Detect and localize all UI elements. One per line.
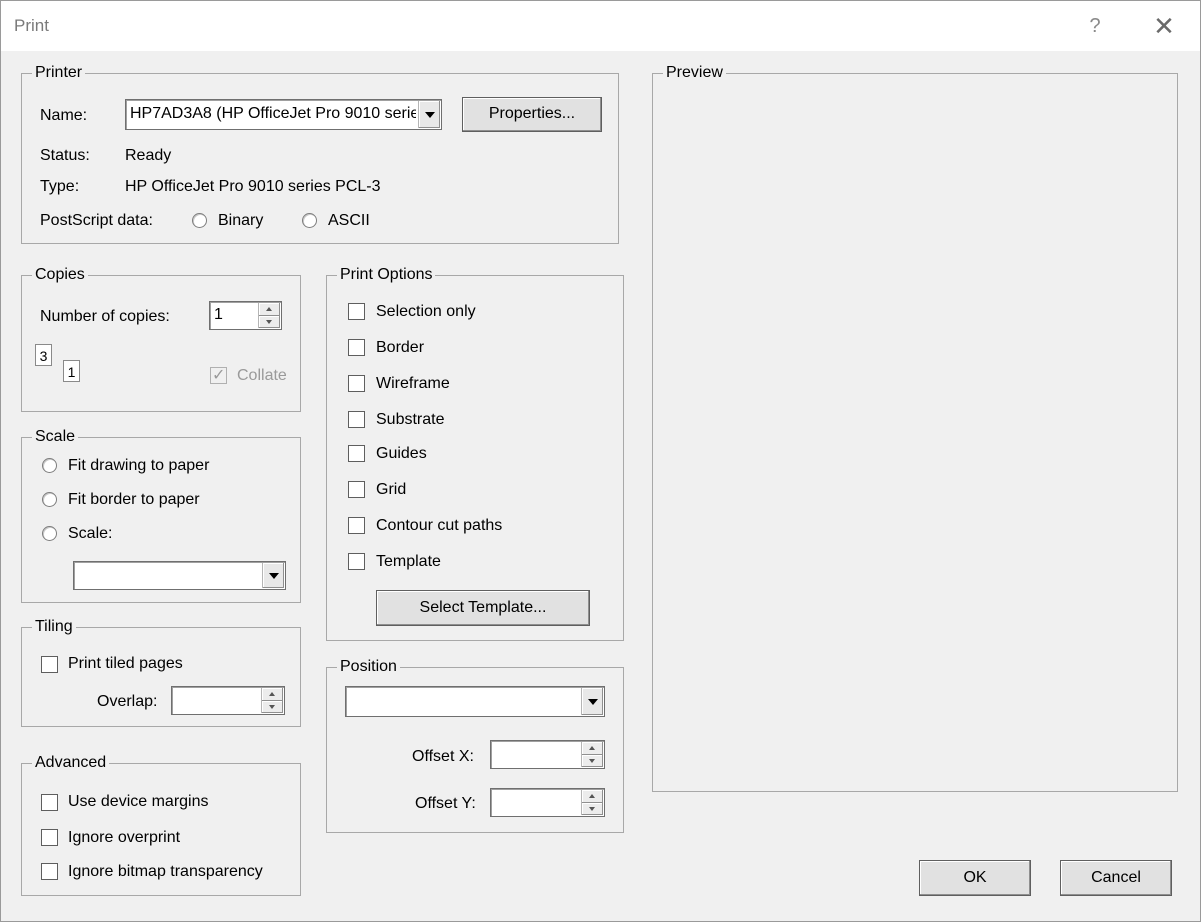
chevron-down-icon[interactable] xyxy=(418,101,440,128)
binary-radio[interactable] xyxy=(192,213,207,228)
status-label: Status: xyxy=(40,147,90,164)
ignore-overprint-label: Ignore overprint xyxy=(68,829,181,846)
tiling-group: Tiling Print tiled pages Overlap: xyxy=(21,617,301,727)
properties-button[interactable]: Properties... xyxy=(462,97,602,132)
copies-group: Copies Number of copies: 1 3 1 Collate xyxy=(21,265,301,412)
contour-cut-paths-checkbox[interactable] xyxy=(348,517,365,534)
spin-up-icon[interactable] xyxy=(582,790,603,803)
printer-legend: Printer xyxy=(32,63,86,83)
template-checkbox[interactable] xyxy=(348,553,365,570)
border-label: Border xyxy=(376,339,425,356)
selection-only-label: Selection only xyxy=(376,303,476,320)
collate-label: Collate xyxy=(237,367,287,384)
position-legend: Position xyxy=(337,657,400,677)
spin-down-icon[interactable] xyxy=(262,701,283,714)
guides-checkbox[interactable] xyxy=(348,445,365,462)
scale-legend: Scale xyxy=(32,427,79,447)
fit-border-label: Fit border to paper xyxy=(68,491,200,508)
contour-cut-paths-label: Contour cut paths xyxy=(376,517,503,534)
offset-y-stepper[interactable] xyxy=(490,788,605,817)
scale-combo[interactable] xyxy=(73,561,286,590)
ignore-bitmap-transparency-checkbox[interactable] xyxy=(41,863,58,880)
grid-checkbox[interactable] xyxy=(348,481,365,498)
border-checkbox[interactable] xyxy=(348,339,365,356)
preview-pane: Preview xyxy=(652,63,1178,792)
template-label: Template xyxy=(376,553,441,570)
scale-group: Scale Fit drawing to paper Fit border to… xyxy=(21,427,301,603)
number-of-copies-label: Number of copies: xyxy=(40,308,170,325)
advanced-legend: Advanced xyxy=(32,753,110,773)
printer-name-combo[interactable]: HP7AD3A8 (HP OfficeJet Pro 9010 series xyxy=(125,99,442,130)
tiling-legend: Tiling xyxy=(32,617,76,637)
collate-checkbox[interactable] xyxy=(210,365,227,385)
offset-y-label: Offset Y: xyxy=(415,795,476,812)
preview-legend: Preview xyxy=(663,63,726,83)
offset-x-spin-buttons[interactable] xyxy=(581,742,603,767)
binary-label: Binary xyxy=(218,212,264,229)
ignore-bitmap-transparency-label: Ignore bitmap transparency xyxy=(68,863,263,880)
select-template-button[interactable]: Select Template... xyxy=(376,590,590,626)
cancel-button[interactable]: Cancel xyxy=(1060,860,1172,896)
print-options-legend: Print Options xyxy=(337,265,436,285)
wireframe-label: Wireframe xyxy=(376,375,450,392)
fit-drawing-radio[interactable] xyxy=(42,458,57,473)
position-combo[interactable] xyxy=(345,686,605,717)
substrate-checkbox[interactable] xyxy=(348,411,365,428)
scale-label: Scale: xyxy=(68,525,113,542)
type-value: HP OfficeJet Pro 9010 series PCL-3 xyxy=(125,178,381,195)
overlap-label: Overlap: xyxy=(97,693,158,710)
help-icon[interactable]: ? xyxy=(1077,8,1113,44)
use-device-margins-label: Use device margins xyxy=(68,793,209,810)
close-icon[interactable]: ✕ xyxy=(1144,8,1184,44)
selection-only-checkbox[interactable] xyxy=(348,303,365,320)
window-title: Print xyxy=(14,16,49,35)
ignore-overprint-checkbox[interactable] xyxy=(41,829,58,846)
ok-button[interactable]: OK xyxy=(919,860,1031,896)
spin-up-icon[interactable] xyxy=(582,742,603,755)
status-value: Ready xyxy=(125,147,172,164)
wireframe-checkbox[interactable] xyxy=(348,375,365,392)
offset-y-spin-buttons[interactable] xyxy=(581,790,603,815)
spin-up-icon[interactable] xyxy=(259,303,280,316)
spin-up-icon[interactable] xyxy=(262,688,283,701)
postscript-label: PostScript data: xyxy=(40,212,153,229)
spin-down-icon[interactable] xyxy=(582,803,603,816)
title-bar: Print ? ✕ xyxy=(1,1,1200,51)
collate-page-back: 3 xyxy=(35,344,52,366)
ascii-label: ASCII xyxy=(328,212,370,229)
copies-spin-buttons[interactable] xyxy=(258,303,280,328)
offset-x-stepper[interactable] xyxy=(490,740,605,769)
overlap-stepper[interactable] xyxy=(171,686,285,715)
printer-name-label: Name: xyxy=(40,107,88,124)
scale-radio[interactable] xyxy=(42,526,57,541)
chevron-down-icon[interactable] xyxy=(581,688,603,715)
collate-page-front: 1 xyxy=(63,360,80,382)
substrate-label: Substrate xyxy=(376,411,445,428)
spin-down-icon[interactable] xyxy=(259,316,280,329)
number-of-copies-stepper[interactable]: 1 xyxy=(209,301,282,330)
overlap-spin-buttons[interactable] xyxy=(261,688,283,713)
advanced-group: Advanced Use device margins Ignore overp… xyxy=(21,753,301,896)
spin-down-icon[interactable] xyxy=(582,755,603,768)
fit-drawing-label: Fit drawing to paper xyxy=(68,457,210,474)
grid-label: Grid xyxy=(376,481,407,498)
print-dialog: Print ? ✕ Printer Name: HP7AD3A8 (HP Off… xyxy=(0,0,1201,922)
ascii-radio[interactable] xyxy=(302,213,317,228)
use-device-margins-checkbox[interactable] xyxy=(41,794,58,811)
print-tiled-checkbox[interactable] xyxy=(41,656,58,673)
chevron-down-icon[interactable] xyxy=(262,563,284,588)
copies-legend: Copies xyxy=(32,265,88,285)
collate-pages-icon: 3 1 xyxy=(35,344,85,394)
position-group: Position Offset X: Offset Y: xyxy=(326,657,624,833)
guides-label: Guides xyxy=(376,445,427,462)
printer-name-value: HP7AD3A8 (HP OfficeJet Pro 9010 series xyxy=(130,105,416,122)
offset-x-label: Offset X: xyxy=(412,748,474,765)
type-label: Type: xyxy=(40,178,80,195)
print-options-group: Print Options Selection only Border Wire… xyxy=(326,265,624,641)
fit-border-radio[interactable] xyxy=(42,492,57,507)
print-tiled-label: Print tiled pages xyxy=(68,655,183,672)
number-of-copies-value: 1 xyxy=(214,306,223,323)
printer-group: Printer Name: HP7AD3A8 (HP OfficeJet Pro… xyxy=(21,63,619,244)
